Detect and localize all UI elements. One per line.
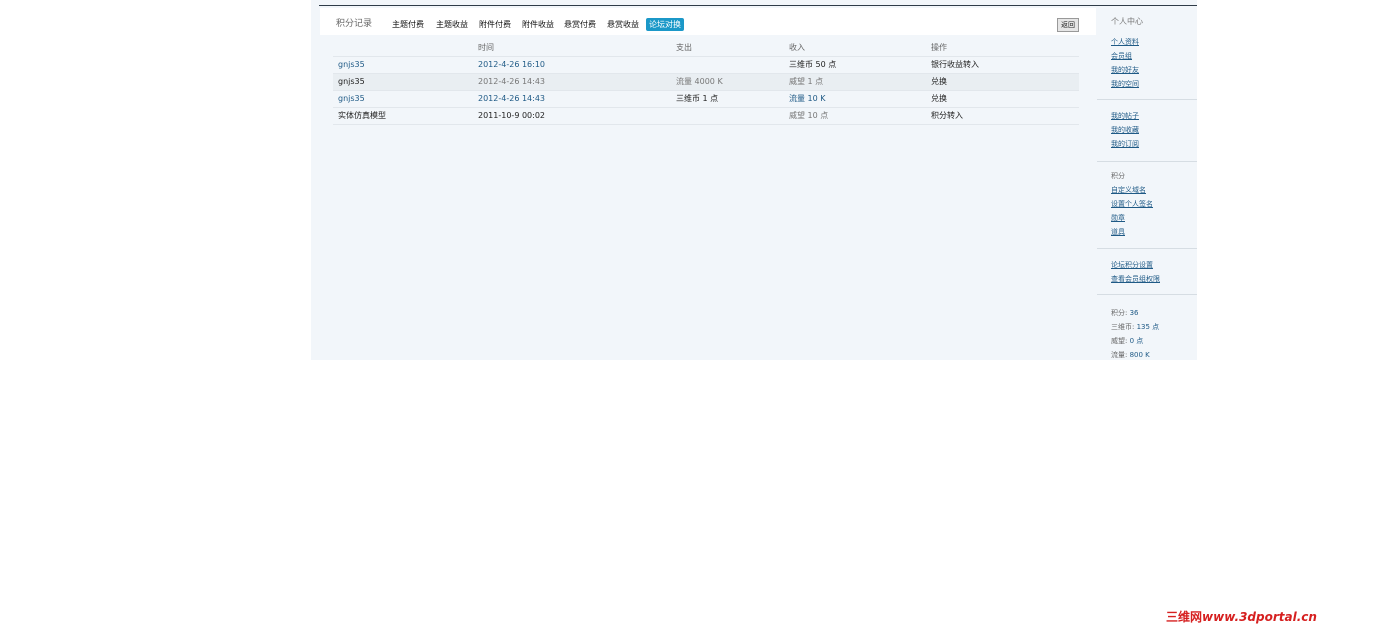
- row-operation: 银行收益转入: [931, 60, 979, 69]
- header-operation: 操作: [931, 43, 947, 52]
- sidebar-item-subscriptions[interactable]: 我的订阅: [1111, 138, 1139, 150]
- row-operation: 兑换: [931, 94, 947, 103]
- header-expense: 支出: [676, 43, 692, 52]
- sidebar-item-my-posts[interactable]: 我的帖子: [1111, 110, 1139, 122]
- stat-value: 0 点: [1129, 337, 1144, 345]
- records-table: 时间 支出 收入 操作 gnjs35 2012-4-26 16:10 三维币 5…: [333, 40, 1079, 125]
- tab-topic-pay[interactable]: 主题付费: [392, 19, 424, 31]
- sidebar-group-settings: 论坛积分设置 查看会员组权限: [1097, 249, 1197, 295]
- watermark-url: www.3dportal.cn: [1202, 610, 1317, 624]
- tab-reward-pay[interactable]: 悬赏付费: [564, 19, 596, 31]
- sidebar-group-stats: 积分: 36 三维币: 135 点 威望: 0 点 流量: 800 K: [1097, 295, 1197, 360]
- row-income: 三维币 50 点: [789, 60, 837, 69]
- row-income: 流量 10 K: [789, 94, 826, 103]
- sidebar-item-credits[interactable]: 积分: [1111, 170, 1125, 182]
- row-time: 2012-4-26 16:10: [478, 60, 545, 69]
- stat-label: 积分: 36: [1111, 309, 1139, 317]
- sidebar-item-credit-settings[interactable]: 论坛积分设置: [1111, 259, 1153, 271]
- stat-label: 流量: 800 K: [1111, 351, 1150, 359]
- table-row: 实体仿真模型 2011-10-9 00:02 威望 10 点 积分转入: [333, 108, 1079, 125]
- sidebar-item-friends[interactable]: 我的好友: [1111, 64, 1139, 76]
- sidebar-item-tools[interactable]: 道具: [1111, 226, 1125, 238]
- table-header: 时间 支出 收入 操作: [333, 40, 1079, 57]
- stat-label: 三维币: 135 点: [1111, 323, 1160, 331]
- sidebar-item-favorites[interactable]: 我的收藏: [1111, 124, 1139, 136]
- row-time: 2011-10-9 00:02: [478, 111, 545, 120]
- row-time: 2012-4-26 14:43: [478, 77, 545, 86]
- sidebar-item-usergroup[interactable]: 会员组: [1111, 50, 1132, 62]
- table-row: gnjs35 2012-4-26 14:43 三维币 1 点 流量 10 K 兑…: [333, 91, 1079, 108]
- header-income: 收入: [789, 43, 805, 52]
- sidebar: 个人中心 个人资料 会员组 我的好友 我的空间 我的帖子 我的收藏 我的订阅 积…: [1097, 8, 1197, 360]
- sidebar-group-posts: 我的帖子 我的收藏 我的订阅: [1097, 100, 1197, 162]
- row-user: 实体仿真模型: [338, 111, 386, 120]
- table-row: gnjs35 2012-4-26 16:10 三维币 50 点 银行收益转入: [333, 57, 1079, 74]
- sidebar-title: 个人中心: [1111, 17, 1143, 26]
- row-income: 威望 1 点: [789, 77, 824, 86]
- stat-value: 36: [1129, 309, 1139, 317]
- sidebar-item-group-permissions[interactable]: 查看会员组权限: [1111, 273, 1160, 285]
- sidebar-item-medals[interactable]: 勋章: [1111, 212, 1125, 224]
- tab-attach-pay[interactable]: 附件付费: [479, 19, 511, 31]
- sidebar-item-profile[interactable]: 个人资料: [1111, 36, 1139, 48]
- row-user-link[interactable]: gnjs35: [338, 57, 365, 73]
- tab-reward-income[interactable]: 悬赏收益: [607, 19, 639, 31]
- stat-label: 威望: 0 点: [1111, 337, 1144, 345]
- row-income: 威望 10 点: [789, 111, 829, 120]
- row-time: 2012-4-26 14:43: [478, 94, 545, 103]
- sidebar-item-signature[interactable]: 设置个人签名: [1111, 198, 1153, 210]
- tab-topic-income[interactable]: 主题收益: [436, 19, 468, 31]
- top-divider: [319, 5, 1197, 6]
- site-watermark: 三维网www.3dportal.cn: [1166, 609, 1371, 625]
- stat-value: 800 K: [1129, 351, 1150, 359]
- watermark-cn: 三维网: [1166, 610, 1203, 624]
- row-expense: 流量 4000 K: [676, 77, 723, 86]
- table-row: gnjs35 2012-4-26 14:43 流量 4000 K 威望 1 点 …: [333, 74, 1079, 91]
- tab-bar-title: 积分记录: [336, 19, 373, 29]
- sidebar-item-custom-domain[interactable]: 自定义域名: [1111, 184, 1146, 196]
- sidebar-item-space[interactable]: 我的空间: [1111, 78, 1139, 90]
- tab-exchange[interactable]: 论坛对换: [646, 18, 684, 31]
- row-operation: 积分转入: [931, 111, 963, 120]
- header-time: 时间: [478, 43, 494, 52]
- row-user: gnjs35: [338, 77, 365, 86]
- sidebar-group-personal: 个人中心 个人资料 会员组 我的好友 我的空间: [1097, 8, 1197, 100]
- row-user-link[interactable]: gnjs35: [338, 91, 365, 107]
- stat-value: 135 点: [1136, 323, 1160, 331]
- sidebar-group-credits: 积分 自定义域名 设置个人签名 勋章 道具: [1097, 162, 1197, 249]
- return-button[interactable]: 返回: [1057, 18, 1079, 32]
- row-expense: 三维币 1 点: [676, 94, 719, 103]
- row-operation: 兑换: [931, 77, 947, 86]
- tab-attach-income[interactable]: 附件收益: [522, 19, 554, 31]
